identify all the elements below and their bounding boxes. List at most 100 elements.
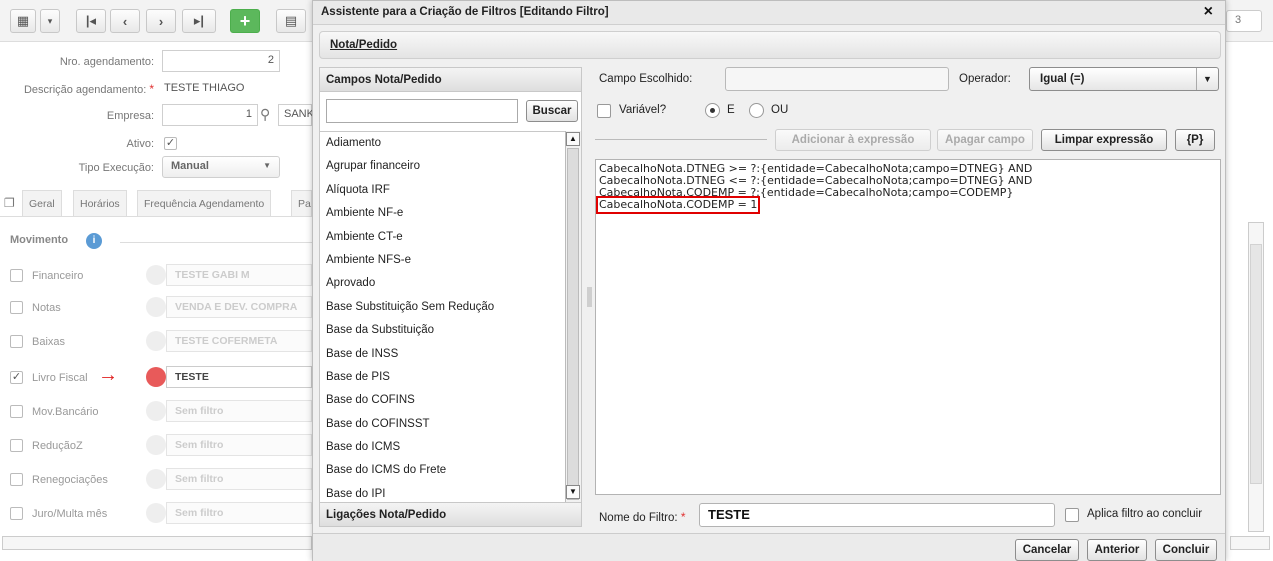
list-item[interactable]: Ambiente CT-e <box>320 226 581 249</box>
tab-horarios[interactable]: Horários <box>73 190 127 216</box>
filter-icon[interactable] <box>146 367 166 387</box>
delete-record-icon[interactable]: ▤ <box>276 9 306 33</box>
background-horizontal-scrollbar-right[interactable] <box>1230 536 1270 550</box>
field-search-input[interactable] <box>326 99 518 123</box>
filter-wizard-dialog: Assistente para a Criação de Filtros [Ed… <box>312 0 1226 561</box>
movimento-checkbox[interactable] <box>10 439 23 452</box>
movimento-label: Financeiro <box>32 270 84 282</box>
grid-view-icon[interactable]: ▦ <box>10 9 36 33</box>
list-item[interactable]: Base do COFINSST <box>320 413 581 436</box>
list-item[interactable]: Base do COFINS <box>320 389 581 412</box>
empresa-input[interactable]: 1 <box>162 104 258 126</box>
filter-icon[interactable] <box>146 265 166 285</box>
add-record-icon[interactable]: + <box>230 9 260 33</box>
tipo-execucao-value: Manual <box>171 160 209 172</box>
variavel-checkbox[interactable] <box>597 104 611 118</box>
search-icon[interactable]: ⚲ <box>260 106 270 123</box>
list-item[interactable]: Adiamento <box>320 132 581 155</box>
parameter-button[interactable]: {P} <box>1175 129 1215 151</box>
movimento-label: ReduçãoZ <box>32 440 83 452</box>
list-item[interactable]: Base do IPI <box>320 483 581 503</box>
list-item[interactable]: Alíquota IRF <box>320 179 581 202</box>
required-icon: * <box>680 510 686 524</box>
movimento-filter-field[interactable]: VENDA E DEV. COMPRA <box>166 296 312 318</box>
filter-icon[interactable] <box>146 469 166 489</box>
tab-nota-pedido[interactable]: Nota/Pedido <box>319 31 1221 59</box>
movimento-filter-field[interactable]: TESTE GABI M <box>166 264 312 286</box>
previous-record-icon[interactable]: ‹ <box>110 9 140 33</box>
chevron-down-icon: ▼ <box>263 161 271 170</box>
expression-textarea[interactable]: CabecalhoNota.DTNEG >= ?:{entidade=Cabec… <box>595 159 1221 495</box>
info-icon[interactable]: i <box>86 233 102 249</box>
nome-filtro-input[interactable]: TESTE <box>699 503 1055 527</box>
movimento-checkbox[interactable]: ✓ <box>10 371 23 384</box>
movimento-filter-field[interactable]: Sem filtro <box>166 502 312 524</box>
tab-geral[interactable]: Geral <box>22 190 62 216</box>
aplica-filtro-checkbox[interactable] <box>1065 508 1079 522</box>
movimento-checkbox[interactable] <box>10 507 23 520</box>
nro-input[interactable]: 2 <box>162 50 280 72</box>
radio-e[interactable] <box>705 103 720 118</box>
fields-list-scroll-thumb[interactable] <box>567 148 579 500</box>
filter-icon[interactable] <box>146 297 166 317</box>
filter-icon[interactable] <box>146 331 166 351</box>
first-record-icon[interactable]: |◂ <box>76 9 106 33</box>
campo-escolhido-label: Campo Escolhido: <box>599 73 693 85</box>
movimento-filter-field[interactable]: Sem filtro <box>166 400 312 422</box>
filter-icon[interactable] <box>146 401 166 421</box>
list-item[interactable]: Ambiente NF-e <box>320 202 581 225</box>
operador-label: Operador: <box>959 73 1011 85</box>
list-item[interactable]: Base da Substituição <box>320 319 581 342</box>
descricao-value[interactable]: TESTE THIAGO <box>164 82 244 94</box>
movimento-divider <box>120 242 312 243</box>
delete-field-button[interactable]: Apagar campo <box>937 129 1033 151</box>
movimento-checkbox[interactable] <box>10 301 23 314</box>
filter-icon[interactable] <box>146 435 166 455</box>
tab-pa[interactable]: Pa <box>291 190 312 216</box>
list-item[interactable]: Base Substituição Sem Redução <box>320 296 581 319</box>
tipo-execucao-select[interactable]: Manual ▼ <box>162 156 280 178</box>
scroll-down-icon[interactable]: ▼ <box>566 485 580 499</box>
list-item[interactable]: Base de PIS <box>320 366 581 389</box>
tab-frequencia[interactable]: Frequência Agendamento <box>137 190 272 216</box>
search-button[interactable]: Buscar <box>526 100 578 122</box>
finish-button[interactable]: Concluir <box>1155 539 1217 561</box>
list-item[interactable]: Aprovado <box>320 272 581 295</box>
ativo-checkbox[interactable]: ✓ <box>164 137 177 150</box>
radio-ou[interactable] <box>749 103 764 118</box>
list-item[interactable]: Base do ICMS do Frete <box>320 459 581 482</box>
movimento-filter-field[interactable]: Sem filtro <box>166 434 312 456</box>
movimento-checkbox[interactable] <box>10 269 23 282</box>
links-panel-header[interactable]: Ligações Nota/Pedido <box>320 502 581 526</box>
operador-select[interactable]: Igual (=) ▼ <box>1029 67 1219 91</box>
scroll-up-icon[interactable]: ▲ <box>566 132 580 146</box>
movimento-filter-field[interactable]: TESTE COFERMETA <box>166 330 312 352</box>
empresa-label: Empresa: <box>106 110 154 122</box>
movimento-checkbox[interactable] <box>10 405 23 418</box>
cancel-button[interactable]: Cancelar <box>1015 539 1079 561</box>
clear-expression-button[interactable]: Limpar expressão <box>1041 129 1167 151</box>
dialog-title: Assistente para a Criação de Filtros [Ed… <box>321 6 609 18</box>
list-item[interactable]: Ambiente NFS-e <box>320 249 581 272</box>
filter-icon[interactable] <box>146 503 166 523</box>
movimento-checkbox[interactable] <box>10 335 23 348</box>
background-scroll-thumb[interactable] <box>1250 244 1262 484</box>
list-item[interactable]: Agrupar financeiro <box>320 155 581 178</box>
close-icon[interactable]: × <box>1204 3 1213 21</box>
previous-button[interactable]: Anterior <box>1087 539 1147 561</box>
fields-panel-header: Campos Nota/Pedido <box>320 68 581 92</box>
background-horizontal-scrollbar[interactable] <box>2 536 312 550</box>
list-item[interactable]: Base de INSS <box>320 343 581 366</box>
last-record-icon[interactable]: ▸| <box>182 9 216 33</box>
add-to-expression-button[interactable]: Adicionar à expressão <box>775 129 931 151</box>
dropdown-icon[interactable]: ▾ <box>40 9 60 33</box>
list-item[interactable]: Base do ICMS <box>320 436 581 459</box>
variavel-label: Variável? <box>619 104 667 116</box>
movimento-filter-field[interactable]: Sem filtro <box>166 468 312 490</box>
movimento-filter-field[interactable]: TESTE <box>166 366 312 388</box>
next-record-icon[interactable]: › <box>146 9 176 33</box>
movimento-checkbox[interactable] <box>10 473 23 486</box>
panel-splitter[interactable] <box>587 287 592 307</box>
page-number-input[interactable]: 3 <box>1226 10 1262 32</box>
dialog-title-bar: Assistente para a Criação de Filtros [Ed… <box>313 1 1225 25</box>
